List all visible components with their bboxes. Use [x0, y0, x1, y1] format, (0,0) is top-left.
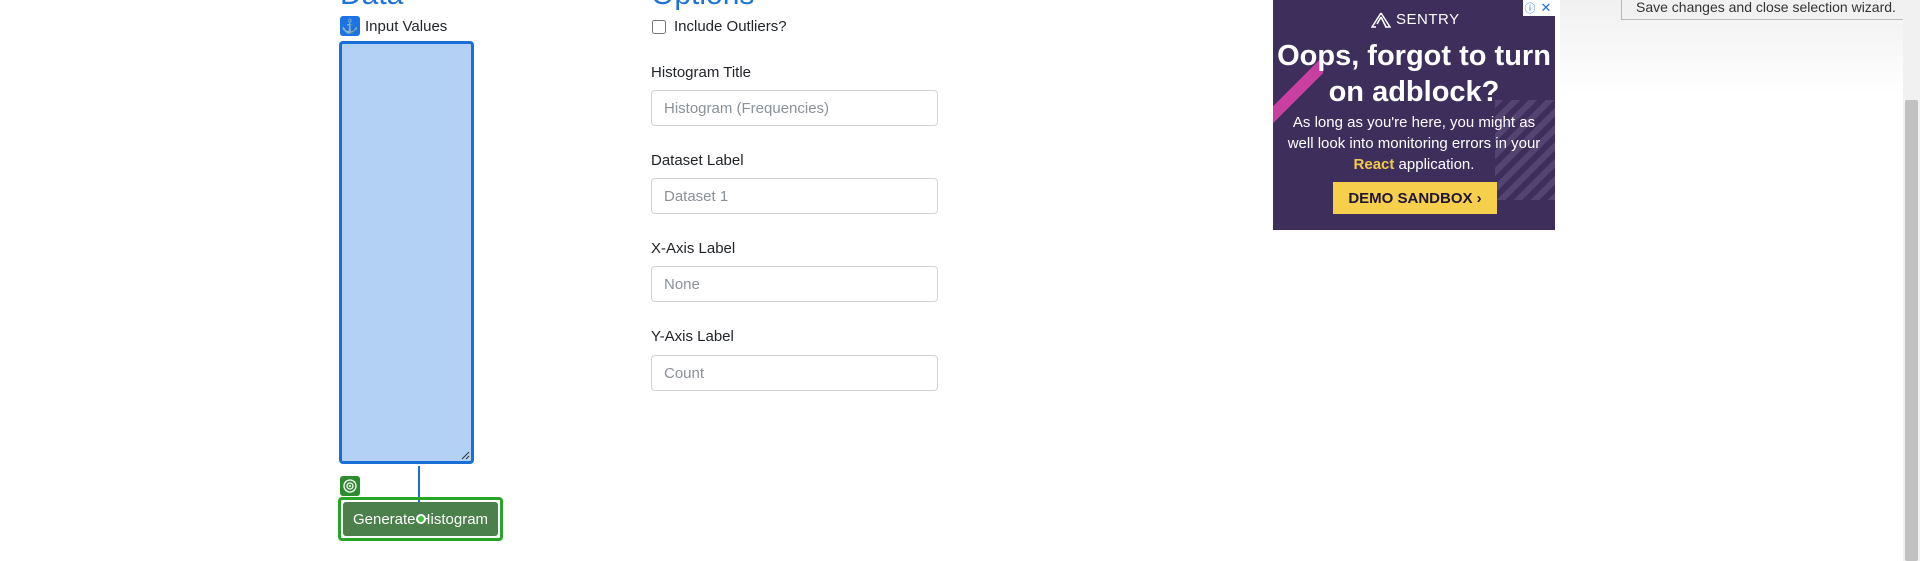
- resize-grip-icon[interactable]: [460, 450, 470, 460]
- ad-cta-button[interactable]: DEMO SANDBOX ›: [1333, 182, 1497, 214]
- data-heading: Data: [340, 0, 403, 10]
- ad-body-pre: As long as you're here, you might as wel…: [1287, 114, 1541, 152]
- y-axis-label-input[interactable]: [651, 355, 938, 391]
- page-scrollbar-thumb[interactable]: [1905, 100, 1918, 561]
- ad-info-icon[interactable]: ⓘ: [1523, 0, 1537, 16]
- ad-body-highlight: React: [1353, 156, 1395, 173]
- dataset-label-input[interactable]: [651, 178, 938, 214]
- y-axis-label-label: Y-Axis Label: [651, 328, 734, 345]
- ad-close-icon[interactable]: ✕: [1537, 0, 1555, 16]
- anchor-icon[interactable]: ⚓: [340, 16, 360, 36]
- cursor-target-icon: [416, 514, 426, 524]
- sentry-ad[interactable]: SENTRY Oops, forgot to turn on adblock? …: [1273, 0, 1555, 230]
- include-outliers-label: Include Outliers?: [674, 18, 787, 35]
- include-outliers-checkbox[interactable]: [652, 20, 666, 34]
- histogram-title-input[interactable]: [651, 90, 938, 126]
- ad-headline: Oops, forgot to turn on adblock?: [1277, 40, 1551, 108]
- target-icon[interactable]: [340, 476, 360, 496]
- histogram-title-label: Histogram Title: [651, 64, 752, 81]
- input-values-textarea[interactable]: [339, 41, 474, 464]
- input-values-label: Input Values: [365, 18, 448, 35]
- ad-brand: SENTRY: [1371, 11, 1460, 28]
- wizard-tooltip: Save changes and close selection wizard.: [1621, 0, 1920, 20]
- dataset-label-label: Dataset Label: [651, 152, 744, 169]
- x-axis-label-input[interactable]: [651, 266, 938, 302]
- sentry-logo-icon: [1371, 12, 1391, 28]
- options-heading: Options: [651, 0, 754, 10]
- ad-body: As long as you're here, you might as wel…: [1281, 112, 1547, 175]
- ad-brand-name: SENTRY: [1396, 11, 1460, 28]
- ad-body-post: application.: [1394, 156, 1475, 173]
- x-axis-label-label: X-Axis Label: [651, 240, 736, 257]
